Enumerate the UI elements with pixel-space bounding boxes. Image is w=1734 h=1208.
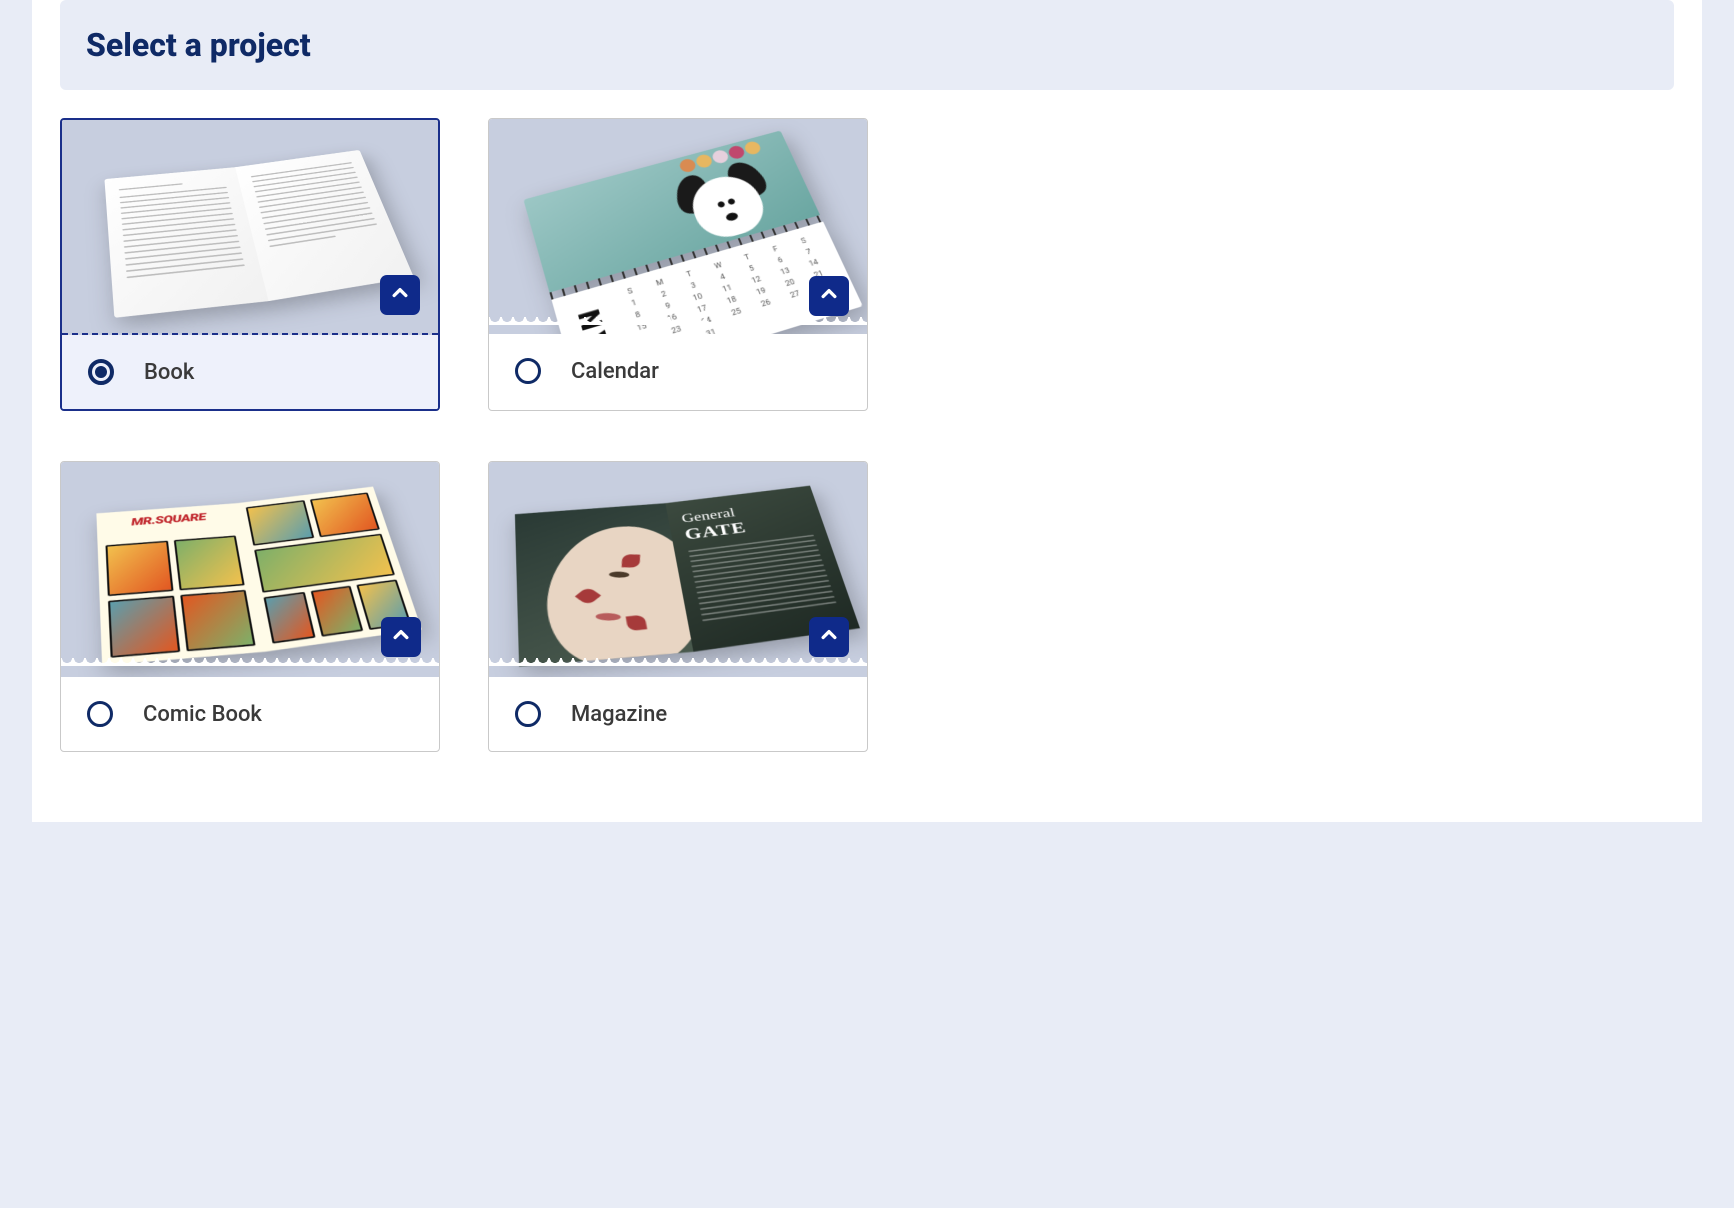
expand-button-magazine[interactable] — [809, 617, 849, 657]
comic-title-text: MR.SQUARE — [104, 508, 235, 540]
project-card-book[interactable]: Book — [60, 118, 440, 411]
section-header: Select a project — [60, 0, 1674, 90]
project-option-row[interactable]: Comic Book — [61, 677, 439, 751]
calendar-month-label: JAN — [568, 295, 623, 334]
chevron-up-icon — [819, 625, 839, 649]
radio-unselected-icon — [515, 358, 541, 384]
project-option-row[interactable]: Calendar — [489, 334, 867, 408]
card-divider — [489, 317, 867, 325]
chevron-up-icon — [391, 625, 411, 649]
magazine-title: General GATE — [680, 497, 811, 544]
project-selector-panel: Select a project — [32, 0, 1702, 822]
card-divider — [61, 658, 439, 666]
project-label: Comic Book — [143, 702, 262, 727]
project-option-row[interactable]: Magazine — [489, 677, 867, 751]
expand-button-calendar[interactable] — [809, 276, 849, 316]
project-grid: Book — [32, 90, 1702, 752]
expand-button-comic[interactable] — [381, 617, 421, 657]
expand-button-book[interactable] — [380, 275, 420, 315]
project-card-comic[interactable]: MR.SQUARE — [60, 461, 440, 752]
project-card-calendar[interactable]: JAN SMTWTFS12345678910111213141516171819… — [488, 118, 868, 411]
project-label: Calendar — [571, 359, 659, 384]
chevron-up-icon — [819, 284, 839, 308]
project-card-magazine[interactable]: General GATE — [488, 461, 868, 752]
project-option-row[interactable]: Book — [62, 335, 438, 409]
radio-selected-icon — [88, 359, 114, 385]
section-title: Select a project — [86, 26, 1648, 64]
project-label: Book — [144, 360, 194, 385]
card-divider — [489, 658, 867, 666]
project-label: Magazine — [571, 702, 667, 727]
radio-unselected-icon — [515, 701, 541, 727]
chevron-up-icon — [390, 283, 410, 307]
radio-unselected-icon — [87, 701, 113, 727]
